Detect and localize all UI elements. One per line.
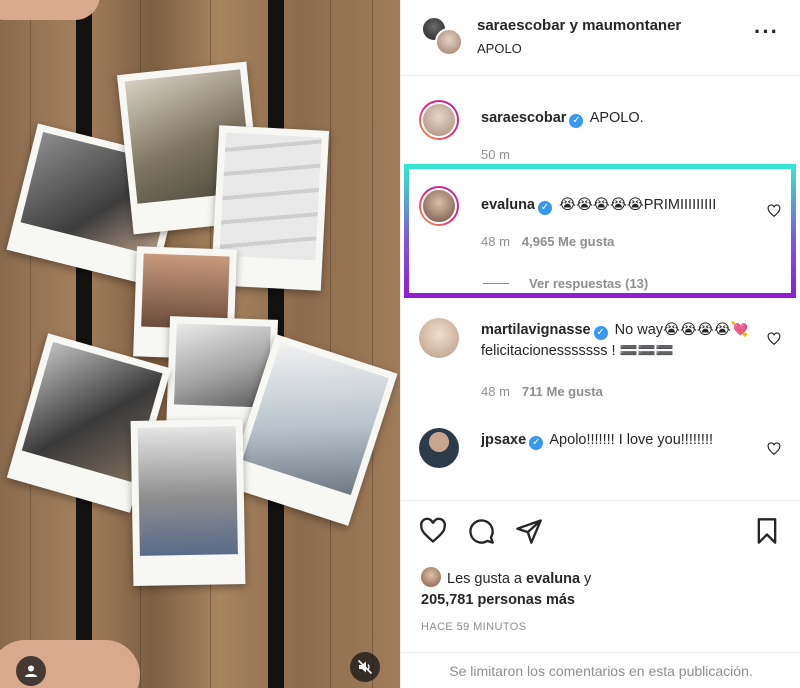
comment-body: jpsaxe ✓ Apolo!!!!!!! I love you!!!!!!!!	[481, 430, 757, 451]
comment-bubble-icon[interactable]	[467, 517, 495, 545]
like-heart-icon[interactable]	[419, 517, 447, 545]
post-actions: Les gusta a evaluna y 205,781 personas m…	[401, 500, 800, 660]
like-comment-heart-icon[interactable]	[767, 442, 781, 456]
likes-summary: Les gusta a evaluna y 205,781 personas m…	[421, 567, 591, 611]
avatar	[421, 567, 441, 587]
likes-joiner: y	[584, 571, 592, 587]
comment-text: APOLO.	[589, 110, 644, 126]
comment-likes[interactable]: 711 Me gusta	[522, 384, 603, 399]
polaroid-photo	[130, 419, 246, 586]
comment-time: 48 m	[481, 384, 510, 399]
comment-username[interactable]: evaluna	[481, 197, 535, 213]
comment-likes[interactable]: 4,965 Me gusta	[522, 234, 615, 249]
post-timestamp[interactable]: HACE 59 MINUTOS	[421, 621, 526, 633]
post-subtitle[interactable]: APOLO	[477, 41, 522, 56]
view-replies-link[interactable]: Ver respuestas (13)	[483, 276, 648, 291]
post-authors[interactable]: saraescobar y maumontaner	[477, 17, 681, 34]
like-comment-heart-icon[interactable]	[767, 332, 781, 346]
person-icon	[25, 665, 37, 677]
collab-avatars[interactable]	[421, 16, 463, 58]
comment-username[interactable]: saraescobar	[481, 110, 566, 126]
save-bookmark-icon[interactable]	[753, 517, 781, 545]
comment-time: 48 m	[481, 234, 510, 249]
like-comment-heart-icon[interactable]	[767, 204, 781, 218]
comment-body: saraescobar ✓ APOLO.	[481, 108, 757, 129]
comments-panel: saraescobar y maumontaner APOLO ··· sara…	[400, 0, 800, 688]
wood-grain	[30, 0, 31, 688]
avatar[interactable]	[419, 428, 459, 468]
verified-badge-icon: ✓	[569, 114, 584, 128]
more-options-icon[interactable]: ···	[754, 21, 779, 43]
likes-count[interactable]: 205,781 personas más	[421, 592, 575, 608]
post-header: saraescobar y maumontaner APOLO ···	[401, 0, 800, 76]
view-replies-label: Ver respuestas (13)	[529, 276, 649, 291]
wood-grain	[330, 0, 331, 688]
verified-badge-icon: ✓	[529, 436, 544, 450]
verified-badge-icon: ✓	[538, 201, 552, 215]
avatar	[435, 28, 463, 56]
comment-time: 50 m	[481, 147, 510, 162]
verified-badge-icon: ✓	[593, 326, 608, 340]
comment-text: Apolo!!!!!!! I love you!!!!!!!!	[549, 432, 713, 448]
comment-body: martilavignasse ✓ No way😭😭😭😭💘 felicitacio…	[481, 320, 757, 362]
mute-button[interactable]	[350, 652, 380, 682]
hand	[0, 0, 100, 20]
comment-text: 😭😭😭😭😭PRIMIIIIIIIII	[559, 197, 717, 213]
comment-meta: 48 m 711 Me gusta	[481, 384, 603, 399]
comment-meta: 50 m	[481, 147, 510, 162]
comments-limited-notice: Se limitaron los comentarios en esta pub…	[401, 652, 800, 688]
share-send-icon[interactable]	[515, 517, 543, 545]
comment-username[interactable]: jpsaxe	[481, 432, 526, 448]
avatar[interactable]	[419, 100, 459, 140]
wood-grain	[372, 0, 373, 688]
comment-username[interactable]: martilavignasse	[481, 322, 591, 338]
tagged-users-button[interactable]	[16, 656, 46, 686]
avatar[interactable]	[419, 318, 459, 358]
likes-user[interactable]: evaluna	[526, 571, 580, 587]
muted-speaker-icon	[357, 659, 373, 675]
replies-divider	[483, 283, 509, 284]
likes-prefix: Les gusta a	[447, 571, 522, 587]
comment-body: evaluna ✓ 😭😭😭😭😭PRIMIIIIIIIII	[481, 195, 757, 216]
avatar[interactable]	[419, 186, 459, 226]
post-media[interactable]	[0, 0, 400, 688]
comment-meta: 48 m 4,965 Me gusta	[481, 234, 614, 249]
